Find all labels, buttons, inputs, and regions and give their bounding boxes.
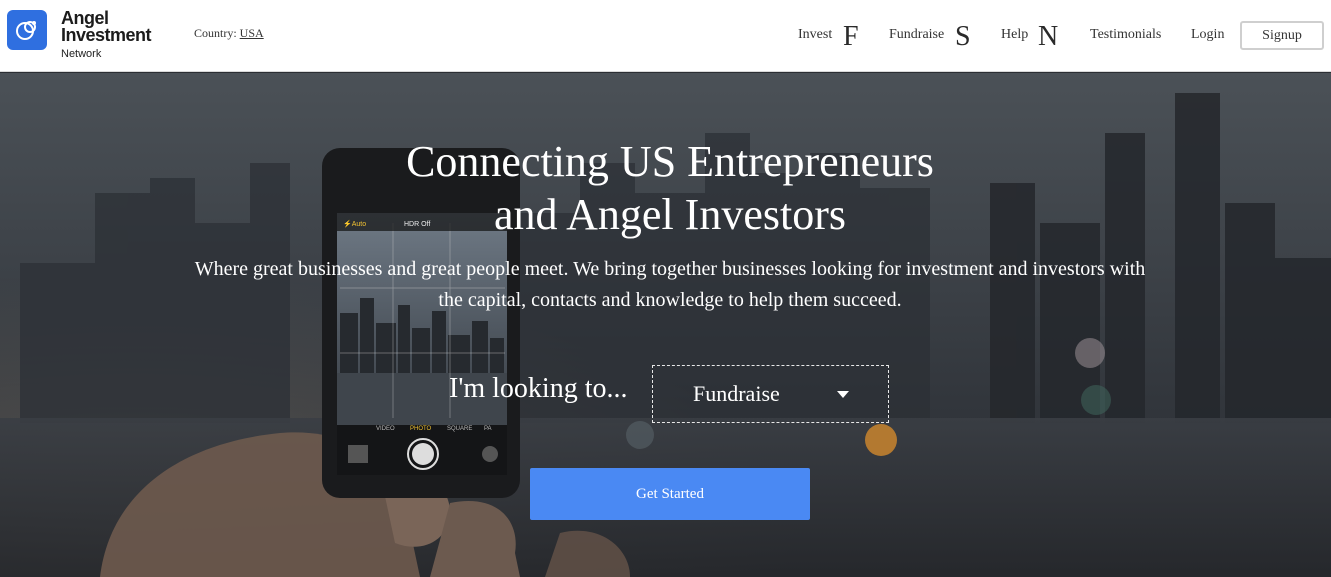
brand-line-2: Investment: [61, 25, 152, 45]
camera-mode-photo: PHOTO: [410, 426, 432, 432]
country-selector: Country: USA: [194, 26, 264, 41]
brand-logo-text[interactable]: Angel Investment Network: [61, 9, 152, 60]
hero-subtitle: Where great businesses and great people …: [194, 258, 1146, 311]
hero-title: Connecting US Entrepreneurs and Angel In…: [270, 135, 1070, 241]
hero-title-line-2: and Angel Investors: [494, 190, 846, 239]
camera-mode-square: SQUARE: [447, 426, 472, 432]
fundraise-icon: S: [955, 21, 971, 52]
nav-testimonials[interactable]: Testimonials: [1090, 27, 1161, 43]
angel-logo-icon[interactable]: [7, 10, 47, 50]
brand-line-3: Network: [61, 48, 102, 60]
chevron-down-icon: [837, 391, 849, 398]
get-started-button[interactable]: Get Started: [530, 468, 810, 520]
hero-title-line-1: Connecting US Entrepreneurs: [406, 137, 934, 186]
nav-fundraise[interactable]: Fundraise: [889, 27, 944, 43]
help-icon: N: [1038, 21, 1059, 52]
camera-mode-pano: PA: [484, 426, 492, 432]
country-link[interactable]: USA: [240, 26, 264, 40]
signup-button[interactable]: Signup: [1240, 21, 1324, 50]
nav-invest[interactable]: Invest: [798, 27, 832, 43]
nav-help[interactable]: Help: [1001, 27, 1028, 43]
looking-to-label: I'm looking to...: [449, 373, 628, 404]
site-header: Angel Investment Network Country: USA Inv…: [0, 0, 1331, 72]
hero-section: ⚡Auto HDR Off VIDEO PHOTO SQUARE PA Conn…: [0, 73, 1331, 577]
nav-login[interactable]: Login: [1191, 27, 1224, 43]
invest-icon: F: [843, 21, 859, 52]
country-label: Country:: [194, 26, 237, 40]
goal-select-value: Fundraise: [693, 381, 780, 406]
camera-mode-video: VIDEO: [376, 426, 395, 432]
goal-select[interactable]: Fundraise: [652, 365, 889, 423]
